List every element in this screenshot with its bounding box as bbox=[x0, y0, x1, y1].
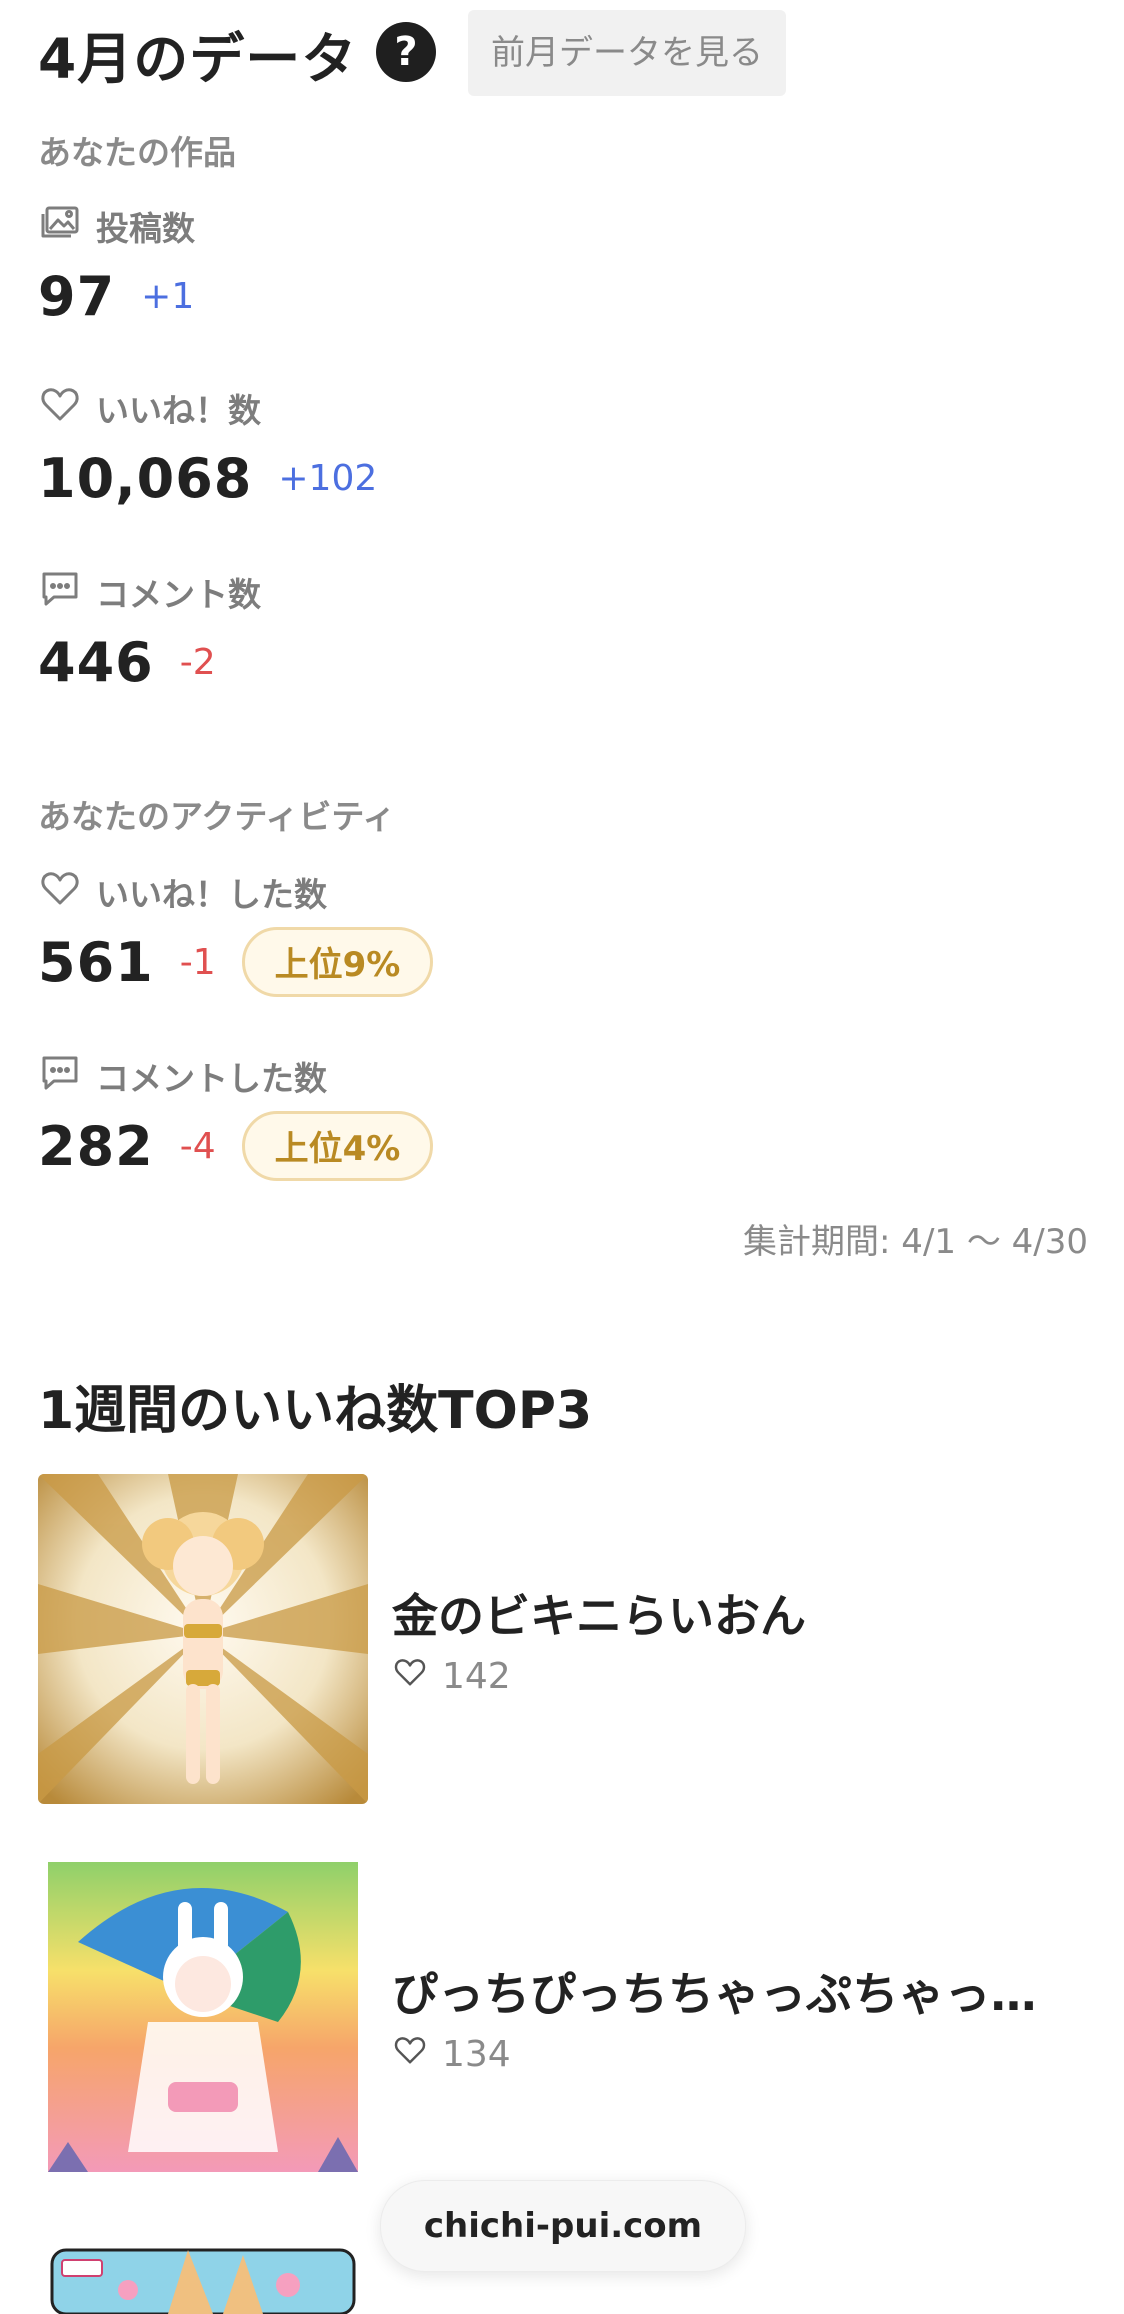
work-likes-count: 134 bbox=[442, 2033, 511, 2075]
likes-given-metric-label: いいね！した数 bbox=[38, 870, 327, 914]
likes-value: 10,068 bbox=[38, 446, 253, 510]
likes-delta: +102 bbox=[278, 457, 378, 499]
work-title[interactable]: 金のビキニらいおん bbox=[392, 1580, 1092, 1646]
comments-label-text: コメント数 bbox=[96, 575, 261, 614]
thumbnail-image bbox=[38, 1852, 368, 2182]
likes-given-metric-row: 561 -1 上位9% bbox=[38, 924, 434, 1000]
work-likes-count: 142 bbox=[442, 1655, 511, 1697]
posts-metric-row: 97 +1 bbox=[38, 258, 194, 334]
top3-title: 1週間のいいね数TOP3 bbox=[38, 1381, 593, 1441]
work-title[interactable]: ぴっちぴっちちゃっぷちゃっ… bbox=[392, 1958, 1092, 2024]
comments-value: 446 bbox=[38, 630, 154, 694]
posts-delta: +1 bbox=[141, 275, 195, 317]
comments-delta: -2 bbox=[179, 641, 216, 683]
comments-given-metric-row: 282 -4 上位4% bbox=[38, 1108, 434, 1184]
comments-given-label-text: コメントした数 bbox=[96, 1059, 327, 1098]
page-title: 4月のデータ bbox=[38, 27, 358, 91]
works-section-label: あなたの作品 bbox=[38, 133, 236, 172]
work-thumbnail[interactable] bbox=[38, 1474, 368, 1804]
work-thumbnail[interactable] bbox=[38, 1852, 368, 2182]
likes-metric-row: 10,068 +102 bbox=[38, 440, 377, 516]
posts-label-text: 投稿数 bbox=[96, 209, 195, 248]
work-likes: 142 bbox=[392, 1654, 511, 1698]
thumbnail-image bbox=[38, 1474, 368, 1804]
comments-given-delta: -4 bbox=[179, 1125, 216, 1167]
work-thumbnail[interactable] bbox=[38, 2230, 368, 2314]
activity-section-label: あなたのアクティビティ bbox=[38, 797, 396, 836]
heart-icon bbox=[38, 866, 82, 918]
thumbnail-image bbox=[38, 2230, 368, 2314]
heart-icon bbox=[392, 2032, 428, 2077]
comments-metric-label: コメント数 bbox=[38, 570, 261, 614]
comments-given-rank-badge: 上位4% bbox=[241, 1111, 434, 1181]
comments-metric-row: 446 -2 bbox=[38, 624, 216, 700]
comment-icon bbox=[38, 1050, 82, 1102]
comment-icon bbox=[38, 566, 82, 618]
likes-given-value: 561 bbox=[38, 930, 154, 994]
heart-icon bbox=[392, 1654, 428, 1699]
comments-given-metric-label: コメントした数 bbox=[38, 1054, 327, 1098]
likes-given-rank-badge: 上位9% bbox=[241, 927, 434, 997]
help-icon[interactable]: ? bbox=[376, 22, 436, 82]
aggregation-period: 集計期間: 4/1 〜 4/30 bbox=[743, 1222, 1088, 1262]
site-url-pill[interactable]: chichi-pui.com bbox=[380, 2180, 746, 2272]
work-likes: 134 bbox=[392, 2032, 511, 2076]
prev-month-button[interactable]: 前月データを見る bbox=[468, 10, 786, 96]
posts-value: 97 bbox=[38, 264, 116, 328]
likes-metric-label: いいね！数 bbox=[38, 386, 261, 430]
likes-given-delta: -1 bbox=[179, 941, 216, 983]
likes-label-text: いいね！数 bbox=[96, 391, 261, 430]
gallery-icon bbox=[38, 200, 82, 252]
likes-given-label-text: いいね！した数 bbox=[96, 875, 327, 914]
posts-metric-label: 投稿数 bbox=[38, 204, 195, 248]
comments-given-value: 282 bbox=[38, 1114, 154, 1178]
heart-icon bbox=[38, 382, 82, 434]
